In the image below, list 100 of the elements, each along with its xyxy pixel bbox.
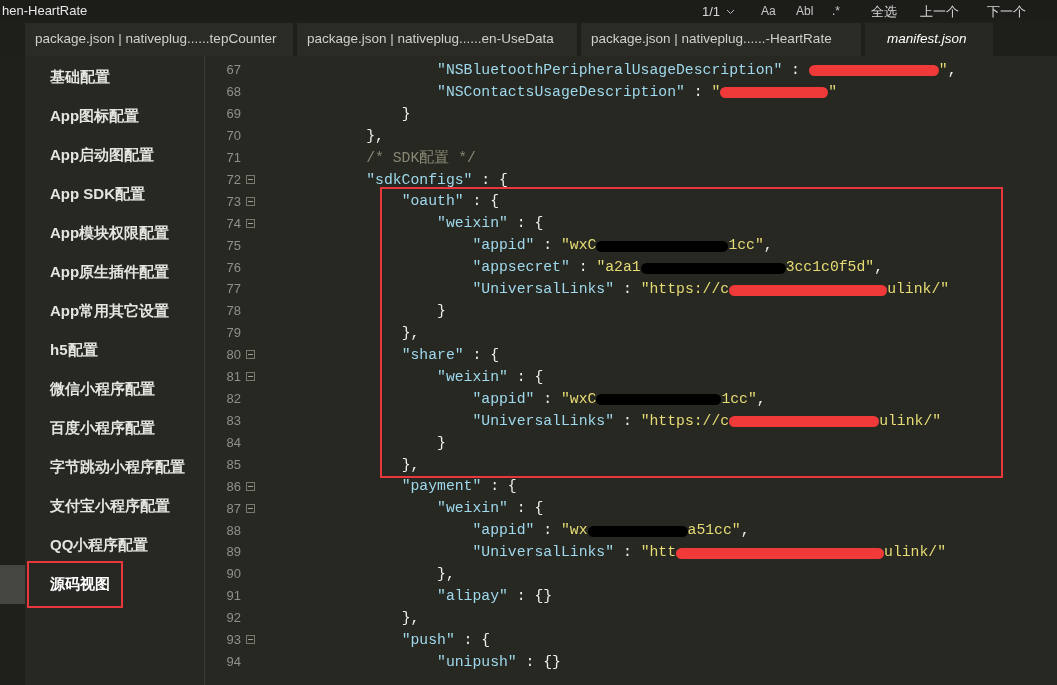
sidebar-item[interactable]: 微信小程序配置 [50, 378, 155, 401]
editor-tab[interactable]: manifest.json [865, 23, 993, 56]
fold-toggle-icon[interactable] [246, 197, 255, 206]
json-string: "htt [640, 543, 677, 563]
code-punctuation: : { [515, 367, 544, 387]
fold-toggle-icon[interactable] [246, 481, 255, 491]
sidebar-item[interactable]: App原生插件配置 [50, 261, 170, 284]
line-number: 78 [225, 302, 241, 321]
json-key: "UniversalLinks" [472, 409, 615, 432]
fold-toggle-icon[interactable] [246, 218, 255, 228]
find-option-toggle[interactable]: Abl [796, 2, 814, 20]
fold-toggle-icon[interactable] [246, 350, 255, 360]
sidebar-item[interactable]: App图标配置 [50, 105, 140, 128]
line-number: 94 [225, 653, 241, 672]
caret-icon [726, 8, 736, 15]
json-key: "alipay" [437, 585, 508, 608]
json-string: " [828, 82, 838, 102]
code-punctuation: , [756, 389, 766, 409]
code-punctuation: }, [366, 126, 384, 146]
json-key: "oauth" [401, 190, 464, 213]
line-number: 68 [225, 83, 241, 102]
line-number: 77 [225, 280, 241, 299]
window-title: hen-HeartRate [2, 1, 88, 20]
editor-tab[interactable]: package.json | nativeplug......tepCounter [25, 23, 293, 56]
json-string: "wxC [560, 236, 597, 256]
sidebar-item[interactable]: App SDK配置 [50, 183, 145, 206]
sidebar-item[interactable]: 百度小程序配置 [50, 417, 155, 440]
json-key: "appid" [472, 234, 535, 257]
code-punctuation: : { [489, 477, 517, 497]
json-string: 1cc" [728, 236, 764, 256]
code-punctuation: : [790, 60, 801, 80]
code-punctuation: , [740, 521, 750, 541]
fold-toggle-icon[interactable] [246, 372, 255, 382]
line-number: 75 [225, 236, 241, 255]
fold-toggle-icon[interactable] [246, 503, 255, 513]
json-string: " [711, 82, 721, 102]
json-key: "share" [401, 343, 464, 366]
json-key: "appid" [472, 387, 535, 410]
sidebar-item[interactable]: 源码视图 [50, 573, 110, 596]
json-key: "weixin" [437, 212, 508, 235]
json-key: "NSBluetoothPeripheralUsageDescription" [437, 58, 783, 82]
sidebar-item[interactable]: QQ小程序配置 [50, 534, 149, 557]
json-string: ulink/" [879, 411, 942, 431]
json-string: "wx [560, 521, 588, 541]
find-option-toggle[interactable]: .* [832, 2, 840, 20]
line-number: 82 [225, 390, 241, 409]
code-punctuation: } [437, 433, 446, 453]
line-number: 80 [225, 346, 241, 365]
line-number: 69 [225, 105, 241, 124]
line-number: 79 [225, 324, 241, 343]
editor-tab[interactable]: package.json | nativeplug......-HeartRate [581, 23, 861, 56]
line-number: 73 [225, 192, 241, 211]
code-punctuation: }, [401, 323, 420, 343]
json-string: "https://c [640, 411, 730, 431]
find-option-toggle[interactable]: Aa [761, 2, 776, 20]
line-number: 90 [225, 565, 241, 584]
match-count-dropdown[interactable]: 1/1 [702, 2, 736, 22]
sidebar-item[interactable]: 字节跳动小程序配置 [50, 456, 185, 479]
json-key: "NSContactsUsageDescription" [437, 80, 685, 103]
json-key: "push" [401, 628, 455, 651]
json-key: "UniversalLinks" [472, 541, 615, 564]
sidebar-item[interactable]: App启动图配置 [50, 144, 155, 167]
sidebar-item[interactable]: h5配置 [50, 339, 98, 362]
json-string: " [938, 60, 948, 80]
find-action-button[interactable]: 下一个 [987, 2, 1026, 22]
code-punctuation: , [763, 236, 773, 256]
sidebar-item[interactable]: 支付宝小程序配置 [50, 495, 170, 518]
code-punctuation: : { [471, 345, 499, 365]
sidebar-item[interactable]: App常用其它设置 [50, 300, 170, 323]
find-action-button[interactable]: 上一个 [920, 2, 959, 22]
code-punctuation: : { [471, 192, 499, 212]
code-punctuation: : { [515, 499, 544, 519]
code-punctuation: : [542, 389, 554, 409]
json-string: a51cc" [687, 521, 741, 541]
code-punctuation: : [692, 82, 704, 102]
fold-toggle-icon[interactable] [246, 175, 255, 185]
line-number: 92 [225, 609, 241, 628]
json-key: "appid" [472, 519, 535, 542]
line-number: 71 [225, 148, 241, 167]
code-punctuation: : {} [515, 587, 553, 607]
line-number: 89 [225, 543, 241, 562]
line-number: 84 [225, 433, 241, 452]
code-punctuation: : { [462, 630, 491, 650]
sidebar-item[interactable]: App模块权限配置 [50, 222, 170, 245]
line-number: 72 [225, 170, 241, 189]
line-number: 91 [225, 587, 241, 606]
sidebar-item[interactable]: 基础配置 [50, 66, 110, 89]
json-string: ulink/" [887, 280, 950, 300]
code-punctuation: : [621, 280, 633, 300]
editor-tab[interactable]: package.json | nativeplug......en-UseData [297, 23, 577, 56]
find-action-button[interactable]: 全选 [871, 2, 897, 22]
line-number: 88 [225, 521, 241, 540]
code-punctuation: : [542, 236, 554, 256]
code-punctuation: } [437, 302, 446, 322]
fold-toggle-icon[interactable] [246, 635, 255, 645]
json-key: "UniversalLinks" [472, 278, 615, 301]
code-comment: /* SDK配置 */ [366, 148, 476, 168]
line-number: 85 [225, 455, 241, 474]
json-string: "a2a1 [596, 258, 641, 278]
code-punctuation: : { [515, 214, 544, 234]
